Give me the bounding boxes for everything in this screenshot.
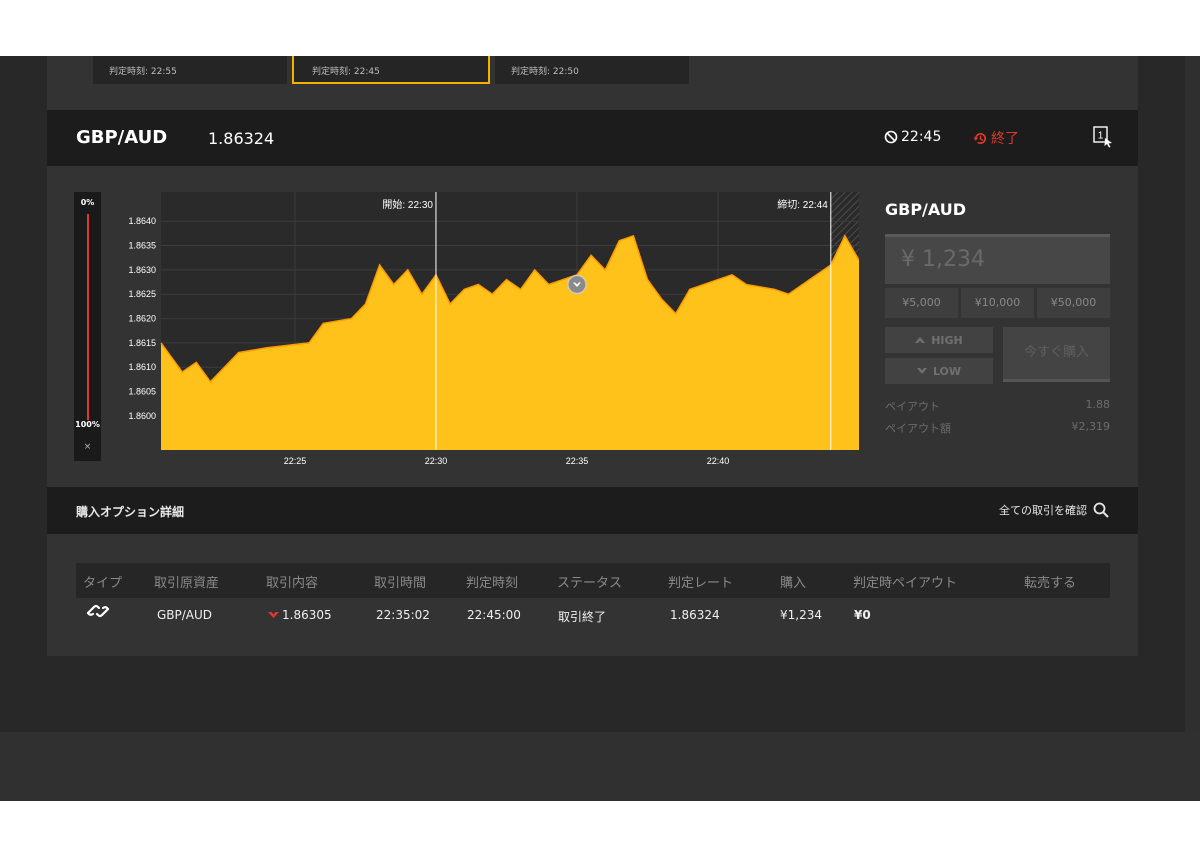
x-tick-label: 22:35	[566, 456, 589, 466]
expiry-card-label: 判定時刻: 22:45	[312, 67, 380, 77]
y-tick-label: 1.8640	[128, 216, 156, 226]
amount-10000-button[interactable]: ¥10,000	[961, 288, 1034, 318]
slider-top-label: 0%	[80, 198, 95, 207]
payout-label: ペイアウト	[885, 400, 940, 413]
col-judgment-time: 判定時刻	[466, 576, 519, 591]
app-window: 判定時刻: 22:55 判定時刻: 22:45 判定時刻: 22:50 GBP/…	[0, 56, 1200, 801]
expiry-time: 22:45	[884, 129, 941, 145]
col-resell: 転売する	[1024, 576, 1077, 591]
payout-amount-row: ペイアウト額 ¥2,319	[885, 420, 1110, 436]
x-axis-ticks: 22:25 22:30 22:35 22:40	[284, 456, 730, 466]
high-button[interactable]: HIGH	[885, 327, 993, 353]
payout-amount-label: ペイアウト額	[885, 422, 951, 435]
asset-header: GBP/AUD 1.86324 22:45 終了 1	[47, 110, 1138, 166]
amount-slider[interactable]: 0% 100% ×	[74, 192, 101, 461]
row-purchase: ¥1,234	[780, 608, 822, 622]
amount-50000-button[interactable]: ¥50,000	[1037, 288, 1110, 318]
expiry-card-2[interactable]: 判定時刻: 22:45	[292, 56, 490, 84]
row-asset: GBP/AUD	[157, 608, 213, 622]
expiry-card-3[interactable]: 判定時刻: 22:50	[495, 56, 689, 84]
row-judgment-time: 22:45:00	[467, 608, 521, 622]
current-rate: 1.86324	[208, 129, 275, 148]
slider-close-button[interactable]: ×	[74, 442, 101, 452]
panel-asset-title: GBP/AUD	[885, 200, 967, 219]
buy-now-button[interactable]: 今すぐ購入	[1003, 327, 1110, 382]
price-chart: 1.8640 1.8635 1.8630 1.8625 1.8620 1.8615 1.86…	[128, 192, 859, 466]
expiry-time-text: 22:45	[901, 129, 942, 145]
x-tick-label: 22:30	[425, 456, 448, 466]
y-tick-label: 1.8630	[128, 265, 156, 275]
status-ended-text: 終了	[991, 131, 1019, 147]
y-tick-label: 1.8610	[128, 362, 156, 372]
expiry-card-1[interactable]: 判定時刻: 22:55	[93, 56, 287, 84]
view-all-trades-link[interactable]: 全ての取引を確認	[999, 502, 1109, 518]
purchase-details-title: 購入オプション詳細	[76, 505, 185, 519]
view-all-trades-text: 全ての取引を確認	[999, 504, 1087, 517]
one-click-mode-icon[interactable]: 1	[1093, 126, 1113, 148]
amount-5000-button[interactable]: ¥5,000	[885, 288, 958, 318]
chevron-up-icon	[915, 337, 926, 343]
start-time-label: 開始: 22:30	[382, 198, 433, 211]
trading-panel: 判定時刻: 22:55 判定時刻: 22:45 判定時刻: 22:50 GBP/…	[47, 56, 1138, 656]
col-trade-time: 取引時間	[374, 576, 427, 591]
footer-area	[0, 732, 1200, 801]
col-type: タイプ	[83, 576, 123, 591]
col-judgment-payout: 判定時ペイアウト	[853, 576, 958, 591]
payout-value: 1.88	[1085, 398, 1111, 411]
trades-table-header: タイプ 取引原資産 取引内容 取引時間 判定時刻 ステータス 判定レート 購入 …	[76, 563, 1110, 598]
high-label: HIGH	[931, 333, 963, 347]
search-icon	[1093, 502, 1109, 518]
col-purchase: 購入	[780, 576, 807, 591]
y-tick-label: 1.8625	[128, 289, 156, 299]
y-tick-label: 1.8600	[128, 411, 156, 421]
deadline-label: 締切: 22:44	[777, 198, 828, 211]
low-label: LOW	[932, 364, 962, 378]
row-status: 取引終了	[558, 610, 607, 624]
payout-amount-value: ¥2,319	[1071, 420, 1111, 433]
expiry-card-label: 判定時刻: 22:50	[511, 67, 579, 77]
y-tick-label: 1.8605	[128, 387, 156, 397]
row-content-rate: 1.86305	[282, 608, 332, 622]
y-tick-label: 1.8615	[128, 338, 156, 348]
slider-track[interactable]	[87, 214, 89, 420]
low-direction-icon	[268, 612, 279, 618]
slider-bottom-label: 100%	[75, 420, 100, 429]
svg-text:1: 1	[1098, 131, 1104, 142]
x-tick-label: 22:25	[284, 456, 307, 466]
option-type-icon	[86, 604, 110, 618]
row-payout: ¥0	[854, 608, 871, 622]
entry-point-marker	[567, 274, 587, 295]
col-status: ステータス	[557, 576, 623, 591]
x-tick-label: 22:40	[707, 456, 730, 466]
amount-input[interactable]: ¥ 1,234	[885, 234, 1110, 284]
chevron-down-icon	[916, 368, 927, 374]
y-tick-label: 1.8620	[128, 314, 156, 324]
history-clock-icon	[973, 132, 987, 144]
asset-pair-title: GBP/AUD	[76, 127, 168, 148]
y-axis-ticks: 1.8640 1.8635 1.8630 1.8625 1.8620 1.8615 1.86…	[128, 216, 156, 421]
no-entry-icon	[884, 130, 898, 144]
row-trade-time: 22:35:02	[376, 608, 430, 622]
y-tick-label: 1.8635	[128, 241, 156, 251]
expiry-card-label: 判定時刻: 22:55	[109, 67, 177, 77]
right-gutter	[1185, 56, 1200, 732]
status-ended: 終了	[973, 128, 1019, 148]
row-content: 1.86305	[268, 608, 332, 622]
col-judgment-rate: 判定レート	[668, 576, 734, 591]
purchase-details-bar: 購入オプション詳細 全ての取引を確認	[47, 487, 1138, 534]
low-button[interactable]: LOW	[885, 358, 993, 384]
row-judgment-rate: 1.86324	[670, 608, 720, 622]
payout-row: ペイアウト 1.88	[885, 398, 1110, 414]
col-asset: 取引原資産	[154, 576, 220, 591]
col-content: 取引内容	[266, 576, 319, 591]
